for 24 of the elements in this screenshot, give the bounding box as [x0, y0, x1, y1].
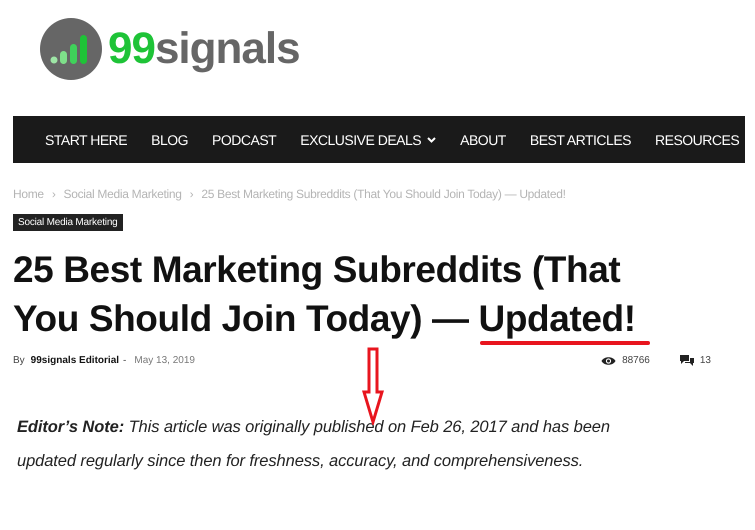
author-link[interactable]: 99signals Editorial [30, 355, 120, 366]
nav-link[interactable]: PODCAST [200, 132, 288, 148]
breadcrumb-current: 25 Best Marketing Subreddits (That You Should Join Today) — Updated! [201, 187, 566, 201]
nav-link[interactable]: RESOURCES [643, 132, 745, 148]
editor-note: Editor’s Note: This article was originally published on Feb 26, 2017 and has been updated regularly since then for freshness, accuracy, and comprehensiveness. [17, 417, 611, 472]
nav-link[interactable]: ABOUT [448, 132, 518, 148]
category-tag[interactable]: Social Media Marketing [13, 214, 123, 231]
post-date: May 13, 2019 [134, 355, 195, 366]
nav-link[interactable]: EXCLUSIVE DEALS [288, 132, 448, 148]
separator-text: - [123, 355, 126, 366]
nav-link[interactable]: START HERE [33, 132, 140, 148]
comments-icon [680, 355, 694, 366]
byline-label: By [13, 355, 25, 366]
comment-count: 13 [700, 355, 711, 366]
nav-link[interactable]: BLOG [139, 132, 200, 148]
view-count: 88766 [622, 355, 650, 366]
breadcrumb-separator: › [52, 187, 56, 201]
article-title: 25 Best Marketing Subreddits (That You Should Join Today) — Updated! [13, 248, 637, 341]
chevron-down-icon [427, 136, 436, 142]
nav-link[interactable]: BEST ARTICLES [518, 132, 643, 148]
logo-text[interactable]: 99signals [108, 27, 300, 71]
breadcrumb-separator: › [190, 187, 194, 201]
logo-icon [40, 18, 102, 80]
eye-icon [601, 356, 616, 366]
